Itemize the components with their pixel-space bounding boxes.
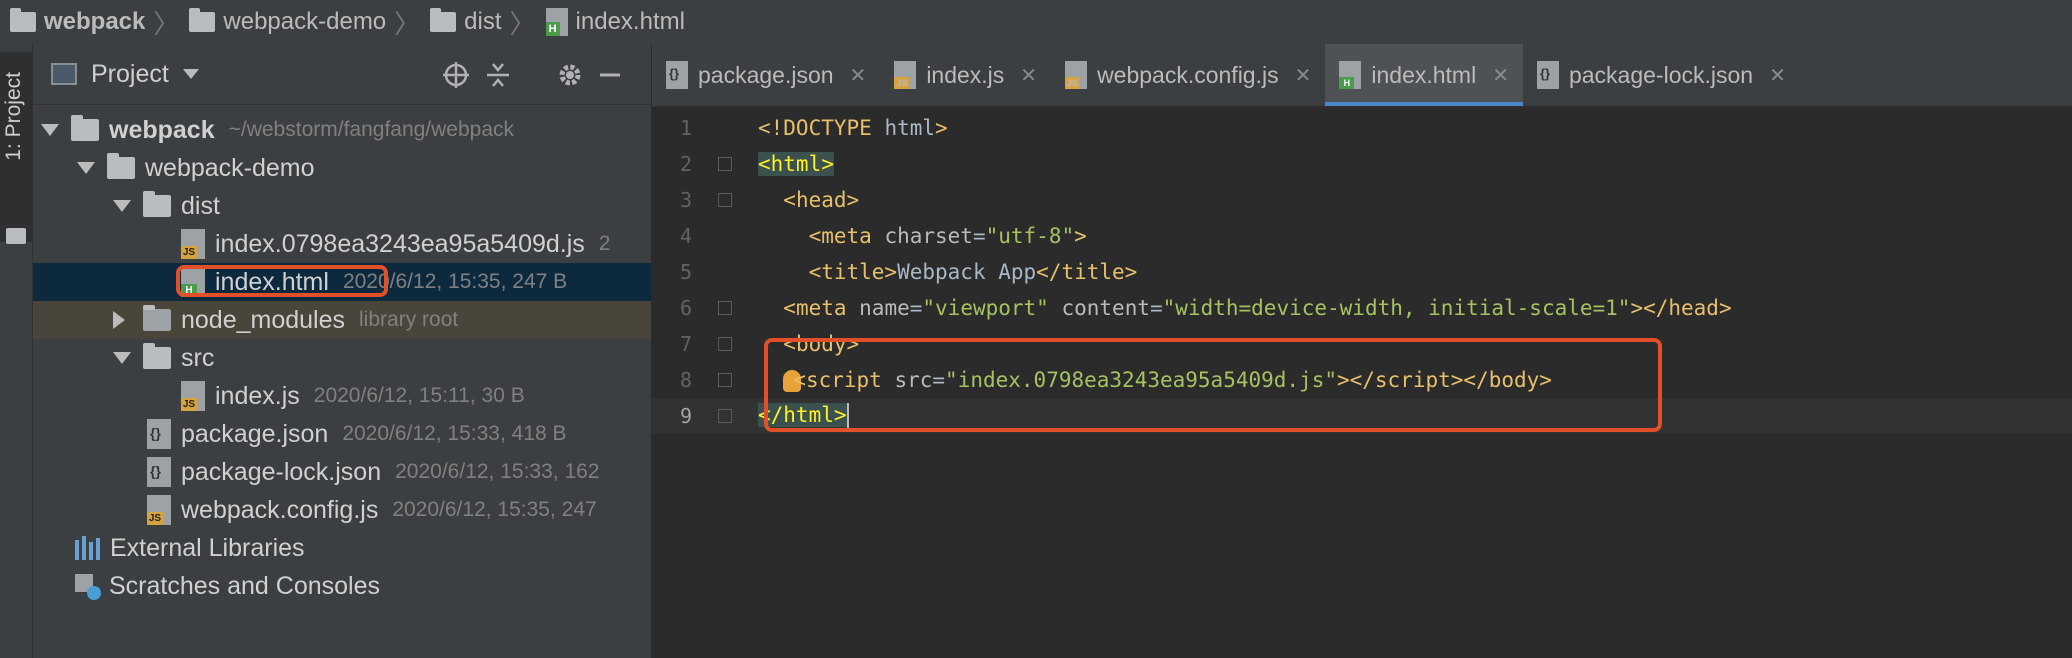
fold-marker-icon[interactable] [718, 337, 732, 351]
tree-item-webpack-config-js[interactable]: JS webpack.config.js 2020/6/12, 15:35, 2… [33, 491, 651, 529]
tree-item-dist[interactable]: dist [33, 187, 651, 225]
js-file-icon: JS [147, 495, 171, 525]
scratches-icon [75, 574, 101, 600]
breadcrumb-item-webpack[interactable]: webpack [0, 8, 145, 36]
tab-index-html[interactable]: H index.html ✕ [1325, 44, 1523, 106]
fold-marker-icon[interactable] [718, 409, 732, 423]
html-file-icon [545, 8, 568, 36]
gear-icon[interactable] [555, 60, 585, 90]
code-line: 4 <meta charset="utf-8"> [679, 224, 1087, 248]
code-line: 3 <head> [679, 188, 860, 212]
fold-marker-icon[interactable] [718, 301, 732, 315]
folder-icon [107, 153, 135, 179]
hide-panel-icon[interactable] [595, 60, 625, 90]
locate-file-icon[interactable] [441, 60, 471, 90]
folder-icon [189, 8, 216, 32]
code-line: 6 <meta name="viewport" content="width=d… [679, 296, 1732, 320]
tree-item-webpack[interactable]: webpack ~/webstorm/fangfang/webpack [33, 111, 651, 149]
left-tool-strip: 1: Project [0, 44, 33, 658]
close-icon[interactable]: ✕ [1020, 63, 1037, 88]
tree-item-src[interactable]: src [33, 339, 651, 377]
json-file-icon [666, 61, 688, 89]
project-panel-header: Project [33, 44, 651, 105]
code-line: 2 <html> [679, 152, 834, 176]
breadcrumb-item-index-html[interactable]: index.html [536, 8, 685, 36]
js-file-icon: JS [181, 229, 205, 259]
breadcrumb-separator: 〉 [153, 8, 180, 39]
chevron-down-icon[interactable] [113, 352, 131, 364]
js-file-icon: JS [894, 61, 917, 89]
json-file-icon [1536, 61, 1559, 89]
tree-item-index-js[interactable]: JS index.js 2020/6/12, 15:11, 30 B [33, 377, 651, 415]
tree-item-scratches[interactable]: Scratches and Consoles [33, 567, 651, 605]
project-view-selector[interactable]: Project [91, 60, 169, 89]
tab-index-js[interactable]: JS index.js ✕ [880, 44, 1051, 106]
project-tool-tab[interactable]: 1: Project [0, 52, 32, 244]
breadcrumb: webpack 〉 webpack-demo 〉 dist 〉 index.ht… [0, 0, 2072, 45]
code-line: 1 <!DOCTYPE html> [679, 116, 948, 140]
code-line: 5 <title>Webpack App</title> [679, 260, 1138, 284]
annotation-box-code [764, 338, 1662, 432]
breadcrumb-separator: 〉 [394, 8, 421, 39]
chevron-down-icon[interactable] [182, 69, 199, 79]
close-icon[interactable]: ✕ [1492, 63, 1509, 88]
tree-item-external-libraries[interactable]: External Libraries [33, 529, 651, 567]
close-icon[interactable]: ✕ [1769, 63, 1786, 88]
folder-icon [143, 305, 171, 331]
tree-item-package-lock-json[interactable]: package-lock.json 2020/6/12, 15:33, 162 [33, 453, 651, 491]
chevron-down-icon[interactable] [113, 200, 131, 212]
fold-marker-icon[interactable] [718, 373, 732, 387]
chevron-down-icon[interactable] [41, 124, 59, 136]
tab-package-json[interactable]: package.json ✕ [652, 44, 880, 106]
json-file-icon [147, 457, 171, 487]
folder-icon [71, 115, 99, 141]
project-tool-tab-label: 1: Project [2, 72, 25, 161]
tab-webpack-config-js[interactable]: JS webpack.config.js ✕ [1051, 44, 1325, 106]
tab-package-lock-json[interactable]: package-lock.json ✕ [1523, 44, 1800, 106]
tree-item-package-json[interactable]: package.json 2020/6/12, 15:33, 418 B [33, 415, 651, 453]
collapse-all-icon[interactable] [483, 60, 513, 90]
fold-marker-icon[interactable] [718, 157, 732, 171]
chevron-right-icon[interactable] [113, 311, 125, 329]
folder-icon [143, 191, 171, 217]
close-icon[interactable]: ✕ [1295, 63, 1312, 88]
tree-item-webpack-demo[interactable]: webpack-demo [33, 149, 651, 187]
folder-icon [10, 8, 36, 32]
folder-icon [6, 228, 26, 244]
js-file-icon: JS [1065, 61, 1088, 89]
close-icon[interactable]: ✕ [850, 63, 867, 88]
chevron-down-icon[interactable] [77, 162, 95, 174]
breadcrumb-item-dist[interactable]: dist [420, 8, 502, 36]
tree-item-index-bundle-js[interactable]: JS index.0798ea3243ea95a5409d.js 2 [33, 225, 651, 263]
fold-marker-icon[interactable] [718, 193, 732, 207]
breadcrumb-separator: 〉 [509, 8, 536, 39]
js-file-icon: JS [181, 381, 205, 411]
editor-tabs: package.json ✕ JS index.js ✕ JS webpack.… [652, 44, 2072, 107]
tree-item-node-modules[interactable]: node_modules library root [33, 301, 651, 339]
folder-icon [430, 8, 457, 32]
project-panel: Project webpack ~/webstorm/fangfang/webp… [33, 44, 652, 658]
project-view-icon [51, 63, 77, 85]
json-file-icon [147, 419, 171, 449]
html-file-icon: H [1339, 61, 1362, 89]
folder-icon [143, 343, 171, 369]
libraries-icon [75, 536, 100, 560]
breadcrumb-item-webpack-demo[interactable]: webpack-demo [179, 8, 386, 36]
annotation-box-tree [176, 265, 388, 297]
